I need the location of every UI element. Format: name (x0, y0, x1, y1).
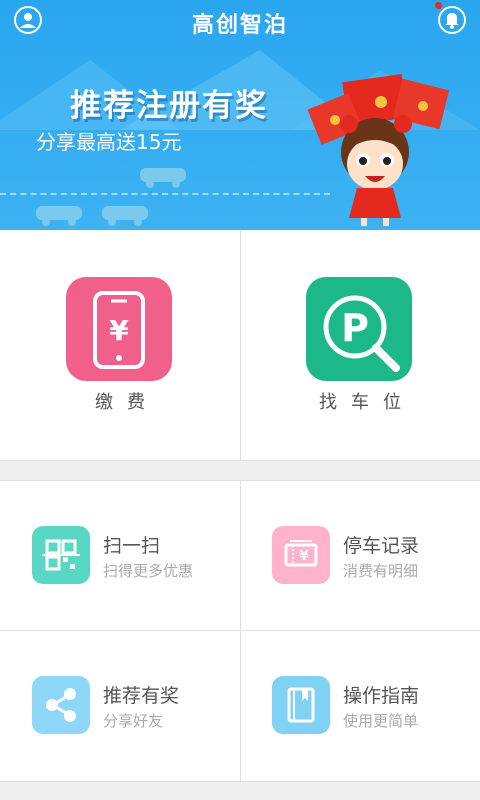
bell-icon (445, 13, 459, 29)
features-grid: 扫一扫 扫得更多优惠 ¥ 停车记录 消费有明细 推荐有奖 分享好友 操作指南 使… (0, 480, 480, 782)
svg-text:¥: ¥ (109, 314, 129, 347)
pay-label: 缴费 (95, 392, 159, 413)
referral-subtitle: 分享好友 (103, 712, 164, 730)
phone-yuan-icon: ¥ (93, 291, 145, 369)
guide-icon-tile (272, 676, 330, 734)
top-bar: 高创智泊 (0, 0, 480, 40)
mascot-girl-icon (307, 74, 450, 226)
guide-book-icon (287, 687, 315, 723)
app-title: 高创智泊 (191, 13, 288, 38)
scan-title: 扫一扫 (103, 535, 161, 557)
ticket-icon: ¥ (284, 540, 318, 567)
scan-tile[interactable]: 扫一扫 扫得更多优惠 (0, 481, 240, 631)
pay-icon-tile: ¥ (66, 277, 172, 381)
find-parking-tile[interactable]: P 找车位 (240, 230, 480, 460)
referral-tile[interactable]: 推荐有奖 分享好友 (0, 631, 240, 781)
top-banner[interactable]: 高创智泊 推荐注册有奖 分享最高送15元 (0, 0, 480, 230)
referral-title: 推荐有奖 (103, 685, 180, 707)
find-parking-icon-tile: P (306, 277, 412, 381)
guide-subtitle: 使用更简单 (343, 712, 419, 730)
scan-icon-tile (32, 526, 90, 584)
find-parking-label: 找车位 (319, 392, 415, 413)
scan-subtitle: 扫得更多优惠 (103, 562, 194, 580)
svg-text:¥: ¥ (299, 549, 308, 564)
qr-scan-icon (42, 539, 80, 571)
svg-text:P: P (341, 306, 369, 350)
pay-tile[interactable]: ¥ 缴费 (0, 230, 240, 460)
guide-tile[interactable]: 操作指南 使用更简单 (240, 631, 480, 781)
referral-icon-tile (32, 676, 90, 734)
parking-records-title: 停车记录 (343, 535, 420, 557)
banner-subtitle: 分享最高送15元 (36, 130, 182, 154)
notification-dot (435, 2, 442, 9)
main-actions-grid: ¥ 缴费 P 找车位 (0, 230, 480, 461)
parking-search-icon: P (323, 295, 400, 372)
parking-records-icon-tile: ¥ (272, 526, 330, 584)
parking-records-subtitle: 消费有明细 (343, 562, 419, 580)
share-icon (46, 688, 76, 722)
notifications-button[interactable] (438, 6, 466, 34)
banner-title: 推荐注册有奖 (70, 88, 268, 124)
road-dash-line (0, 193, 330, 195)
guide-title: 操作指南 (343, 685, 420, 707)
parking-records-tile[interactable]: ¥ 停车记录 消费有明细 (240, 481, 480, 631)
